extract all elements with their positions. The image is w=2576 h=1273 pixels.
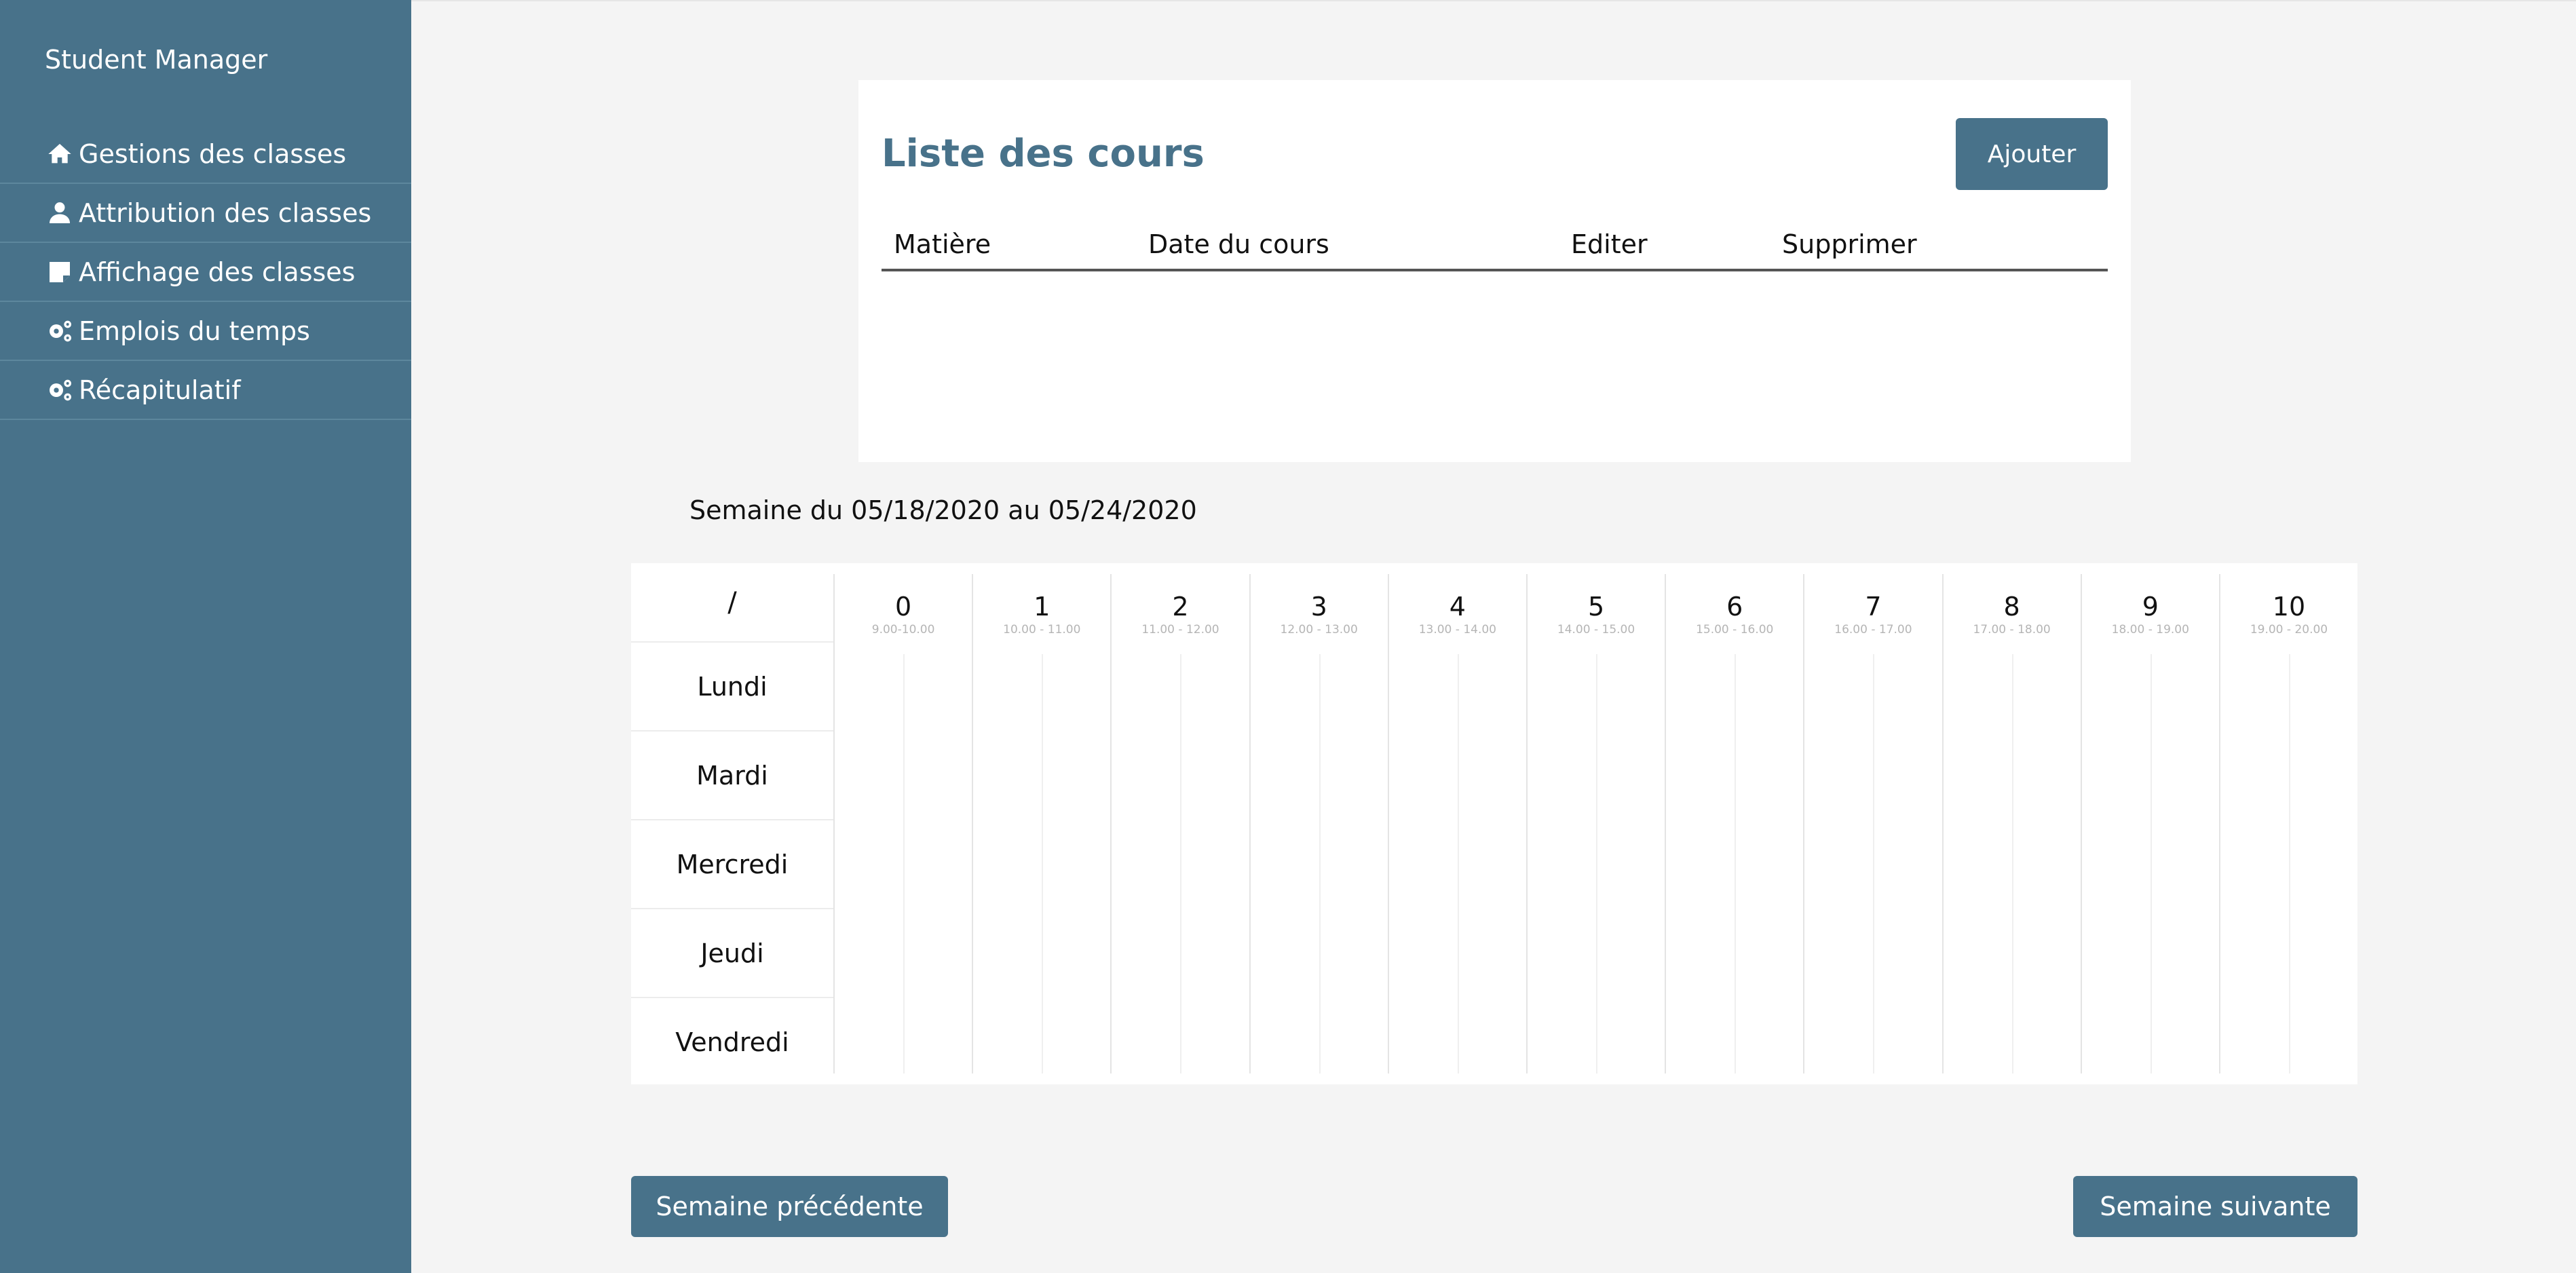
day-label: Jeudi <box>631 908 833 997</box>
slot-time-range: 14.00 - 15.00 <box>1557 623 1635 636</box>
slot-number: 1 <box>1034 592 1050 622</box>
page-title: Liste des cours <box>882 132 1205 176</box>
slot-divider <box>2288 654 2290 1074</box>
column-header-editer: Editer <box>1571 229 1648 259</box>
slot-number: 0 <box>895 592 912 622</box>
slot-number: 5 <box>1587 592 1605 622</box>
next-week-button[interactable]: Semaine suivante <box>2073 1176 2357 1237</box>
slot-number: 2 <box>1172 592 1189 622</box>
slot-time-range: 19.00 - 20.00 <box>2250 623 2328 636</box>
sidebar-item-attribution[interactable]: Attribution des classes <box>0 184 411 243</box>
gears-icon <box>45 375 75 405</box>
add-course-button[interactable]: Ajouter <box>1956 118 2108 190</box>
time-slot-column[interactable]: 5 14.00 - 15.00 <box>1526 574 1665 1074</box>
sidebar-item-label: Récapitulatif <box>79 375 241 405</box>
sidebar-item-label: Emplois du temps <box>79 316 310 346</box>
sidebar-item-recapitulatif[interactable]: Récapitulatif <box>0 361 411 420</box>
slot-divider <box>903 654 905 1074</box>
timetable-days: Lundi Mardi Mercredi Jeudi Vendredi <box>631 641 833 1086</box>
slot-number: 7 <box>1865 592 1882 622</box>
slot-number: 10 <box>2272 592 2306 622</box>
slot-divider <box>1873 654 1875 1074</box>
slot-number: 4 <box>1449 592 1466 622</box>
slot-time-range: 12.00 - 13.00 <box>1280 623 1358 636</box>
slot-time-range: 16.00 - 17.00 <box>1834 623 1912 636</box>
sidebar-item-label: Affichage des classes <box>79 256 356 287</box>
timetable-slots: 0 9.00-10.00 1 10.00 - 11.00 2 11.00 - 12.0… <box>833 563 2357 1084</box>
note-icon <box>45 257 75 287</box>
time-slot-column[interactable]: 1 10.00 - 11.00 <box>972 574 1110 1074</box>
slot-divider <box>2150 654 2152 1074</box>
slot-time-range: 9.00-10.00 <box>871 623 935 636</box>
sidebar-item-label: Attribution des classes <box>79 197 372 228</box>
home-icon <box>45 139 75 169</box>
time-slot-column[interactable]: 4 13.00 - 14.00 <box>1387 574 1526 1074</box>
time-slot-column[interactable]: 10 19.00 - 20.00 <box>2218 574 2357 1074</box>
sidebar-nav: Gestions des classes Attribution des cla… <box>0 125 411 420</box>
column-header-date: Date du cours <box>1148 229 1329 259</box>
slot-number: 3 <box>1310 592 1327 622</box>
slot-divider <box>1735 654 1737 1074</box>
slot-divider <box>1596 654 1598 1074</box>
slot-time-range: 15.00 - 16.00 <box>1696 623 1774 636</box>
time-slot-column[interactable]: 6 15.00 - 16.00 <box>1665 574 1803 1074</box>
column-header-matiere: Matière <box>894 229 991 259</box>
slot-divider <box>1180 654 1182 1074</box>
time-slot-column[interactable]: 8 17.00 - 18.00 <box>1942 574 2081 1074</box>
slot-number: 8 <box>2003 592 2020 622</box>
slot-time-range: 18.00 - 19.00 <box>2111 623 2189 636</box>
sidebar-item-gestions[interactable]: Gestions des classes <box>0 125 411 184</box>
slot-divider <box>1319 654 1321 1074</box>
slot-divider <box>1457 654 1459 1074</box>
app-title: Student Manager <box>45 45 268 75</box>
day-label: Mardi <box>631 730 833 819</box>
courses-table-header: Matière Date du cours Editer Supprimer <box>882 216 2108 271</box>
day-label: Vendredi <box>631 997 833 1086</box>
slot-number: 9 <box>2142 592 2159 622</box>
timetable: / Lundi Mardi Mercredi Jeudi Vendredi 09… <box>631 563 2357 1084</box>
slot-divider <box>1042 654 1044 1074</box>
sidebar-item-emplois[interactable]: Emplois du temps <box>0 302 411 361</box>
week-range-label: Semaine du 05/18/2020 au 05/24/2020 <box>689 495 1197 525</box>
slot-time-range: 10.00 - 11.00 <box>1003 623 1081 636</box>
slot-number: 6 <box>1726 592 1743 622</box>
day-label: Mercredi <box>631 819 833 908</box>
previous-week-button[interactable]: Semaine précédente <box>631 1176 948 1237</box>
slot-time-range: 11.00 - 12.00 <box>1141 623 1219 636</box>
slot-divider <box>2011 654 2013 1074</box>
time-slot-column[interactable]: 9 18.00 - 19.00 <box>2080 574 2219 1074</box>
gears-icon <box>45 316 75 346</box>
sidebar-item-affichage[interactable]: Affichage des classes <box>0 243 411 302</box>
time-slot-column[interactable]: 2 11.00 - 12.00 <box>1110 574 1249 1074</box>
user-icon <box>45 198 75 228</box>
timetable-corner: / <box>727 586 737 618</box>
courses-card: Liste des cours Ajouter Matière Date du … <box>858 80 2131 462</box>
slot-time-range: 17.00 - 18.00 <box>1973 623 2051 636</box>
sidebar: Student Manager Gestions des classes Att… <box>0 0 411 1273</box>
time-slot-column[interactable]: 3 12.00 - 13.00 <box>1249 574 1388 1074</box>
day-label: Lundi <box>631 641 833 730</box>
slot-time-range: 13.00 - 14.00 <box>1418 623 1496 636</box>
column-header-supprimer: Supprimer <box>1782 229 1917 259</box>
sidebar-item-label: Gestions des classes <box>79 138 347 169</box>
time-slot-column[interactable]: 7 16.00 - 17.00 <box>1803 574 1942 1074</box>
time-slot-column[interactable]: 0 9.00-10.00 <box>833 574 972 1074</box>
